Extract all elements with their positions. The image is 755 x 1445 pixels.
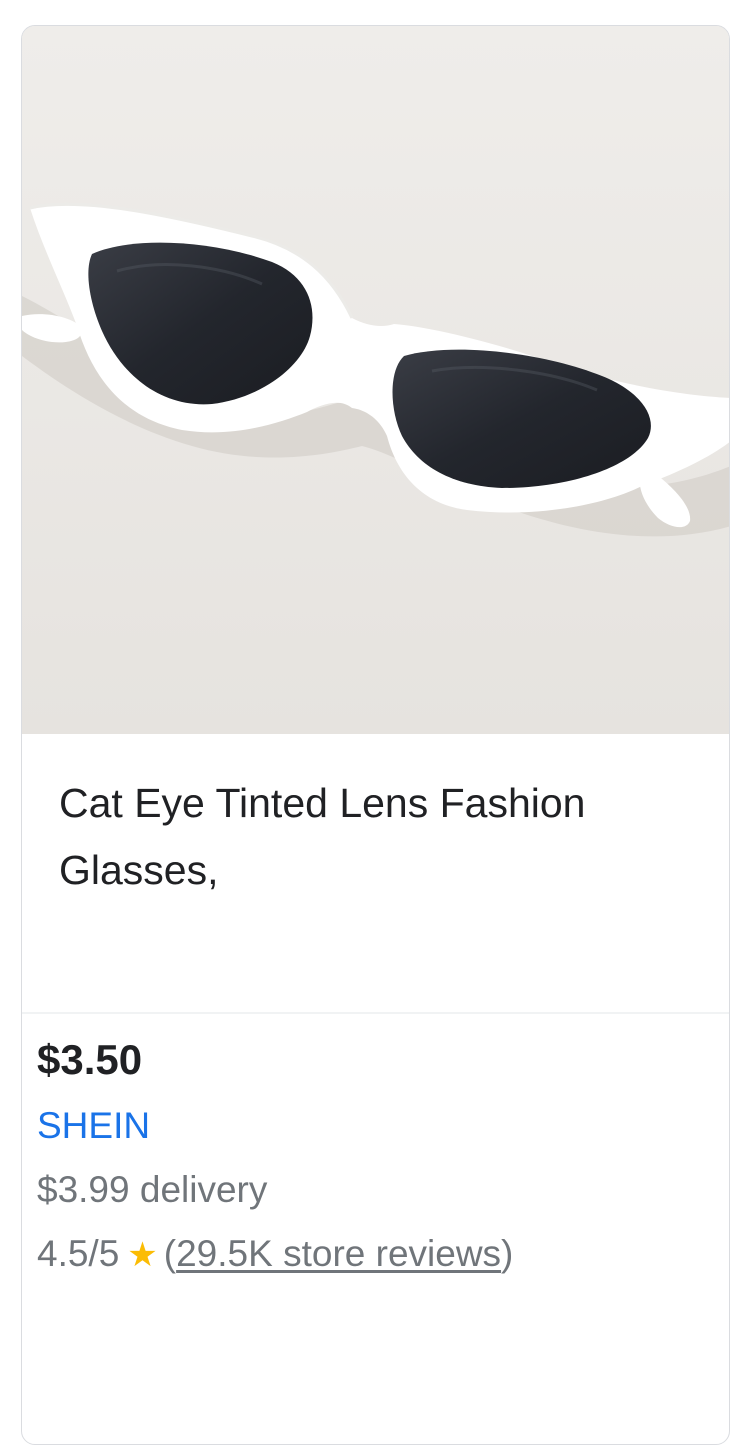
rating-value: 4.5/5 bbox=[37, 1233, 120, 1274]
store-reviews-link[interactable]: 29.5K store reviews bbox=[176, 1233, 501, 1274]
sunglasses-image bbox=[22, 26, 729, 734]
rating-row: 4.5/5 ★ (29.5K store reviews) bbox=[37, 1231, 513, 1278]
title-section: Cat Eye Tinted Lens Fashion Glasses, bbox=[22, 734, 729, 1014]
reviews-open-paren: ( bbox=[163, 1233, 177, 1274]
product-price: $3.50 bbox=[37, 1036, 143, 1083]
product-image[interactable] bbox=[22, 26, 729, 734]
delivery-info: $3.99 delivery bbox=[37, 1169, 268, 1210]
store-link[interactable]: SHEIN bbox=[37, 1103, 150, 1149]
star-icon: ★ bbox=[127, 1236, 158, 1274]
reviews-close-paren: ) bbox=[501, 1233, 514, 1274]
product-title[interactable]: Cat Eye Tinted Lens Fashion Glasses, bbox=[59, 770, 699, 904]
